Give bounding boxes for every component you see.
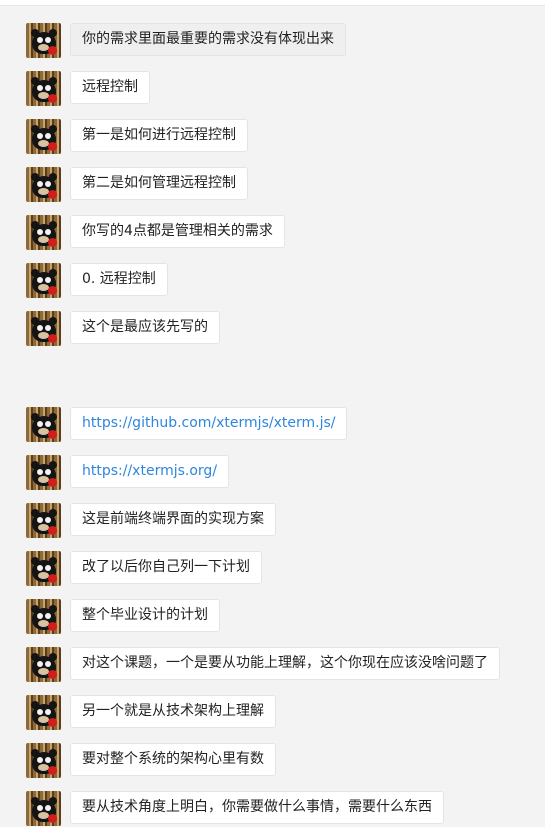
- message-row: 对这个课题，一个是要从功能上理解，这个你现在应该没啥问题了: [26, 647, 500, 683]
- sender-avatar[interactable]: [26, 215, 61, 250]
- sender-avatar[interactable]: [26, 551, 61, 586]
- message-row: 0. 远程控制: [26, 263, 168, 299]
- message-bubble[interactable]: 要从技术角度上明白，你需要做什么事情，需要什么东西: [70, 791, 444, 824]
- message-row: 你的需求里面最重要的需求没有体现出来: [26, 23, 346, 59]
- sender-avatar[interactable]: [26, 167, 61, 202]
- sender-avatar[interactable]: [26, 743, 61, 778]
- message-row: 整个毕业设计的计划: [26, 599, 220, 635]
- sender-avatar[interactable]: [26, 647, 61, 682]
- message-row: 第一是如何进行远程控制: [26, 119, 248, 155]
- sender-avatar[interactable]: [26, 791, 61, 826]
- message-bubble[interactable]: 对这个课题，一个是要从功能上理解，这个你现在应该没啥问题了: [70, 647, 500, 680]
- message-bubble[interactable]: 0. 远程控制: [70, 263, 168, 296]
- message-bubble: https://github.com/xtermjs/xterm.js/: [70, 407, 348, 440]
- sender-avatar[interactable]: [26, 263, 61, 298]
- message-bubble[interactable]: 远程控制: [70, 71, 150, 104]
- message-bubble[interactable]: 第一是如何进行远程控制: [70, 119, 248, 152]
- message-row: 你写的4点都是管理相关的需求: [26, 215, 285, 251]
- message-row: 要对整个系统的架构心里有数: [26, 743, 276, 779]
- message-row: https://github.com/xtermjs/xterm.js/: [26, 407, 348, 443]
- message-bubble[interactable]: 第二是如何管理远程控制: [70, 167, 248, 200]
- message-row: 要从技术角度上明白，你需要做什么事情，需要什么东西: [26, 791, 444, 827]
- message-row: 第二是如何管理远程控制: [26, 167, 248, 203]
- sender-avatar[interactable]: [26, 119, 61, 154]
- message-bubble[interactable]: 这是前端终端界面的实现方案: [70, 503, 276, 536]
- sender-avatar[interactable]: [26, 599, 61, 634]
- message-bubble[interactable]: 改了以后你自己列一下计划: [70, 551, 262, 584]
- sender-avatar[interactable]: [26, 407, 61, 442]
- message-row: 这是前端终端界面的实现方案: [26, 503, 276, 539]
- message-bubble[interactable]: 你写的4点都是管理相关的需求: [70, 215, 285, 248]
- sender-avatar[interactable]: [26, 23, 61, 58]
- chat-message-list[interactable]: 你的需求里面最重要的需求没有体现出来 远程控制 第一是如何进行远程控制 第二是如…: [0, 0, 545, 827]
- message-bubble[interactable]: 这个是最应该先写的: [70, 311, 220, 344]
- message-row: 改了以后你自己列一下计划: [26, 551, 262, 587]
- message-row: 这个是最应该先写的: [26, 311, 220, 347]
- message-row: 远程控制: [26, 71, 150, 107]
- sender-avatar[interactable]: [26, 455, 61, 490]
- message-row: https://xtermjs.org/: [26, 455, 230, 491]
- sender-avatar[interactable]: [26, 71, 61, 106]
- message-bubble[interactable]: 你的需求里面最重要的需求没有体现出来: [70, 23, 346, 56]
- message-bubble[interactable]: 另一个就是从技术架构上理解: [70, 695, 276, 728]
- message-bubble[interactable]: 要对整个系统的架构心里有数: [70, 743, 276, 776]
- message-link[interactable]: https://xtermjs.org/: [82, 463, 217, 479]
- sender-avatar[interactable]: [26, 503, 61, 538]
- message-row: 另一个就是从技术架构上理解: [26, 695, 276, 731]
- message-bubble: https://xtermjs.org/: [70, 455, 230, 488]
- sender-avatar[interactable]: [26, 695, 61, 730]
- message-bubble[interactable]: 整个毕业设计的计划: [70, 599, 220, 632]
- sender-avatar[interactable]: [26, 311, 61, 346]
- message-link[interactable]: https://github.com/xtermjs/xterm.js/: [82, 415, 335, 431]
